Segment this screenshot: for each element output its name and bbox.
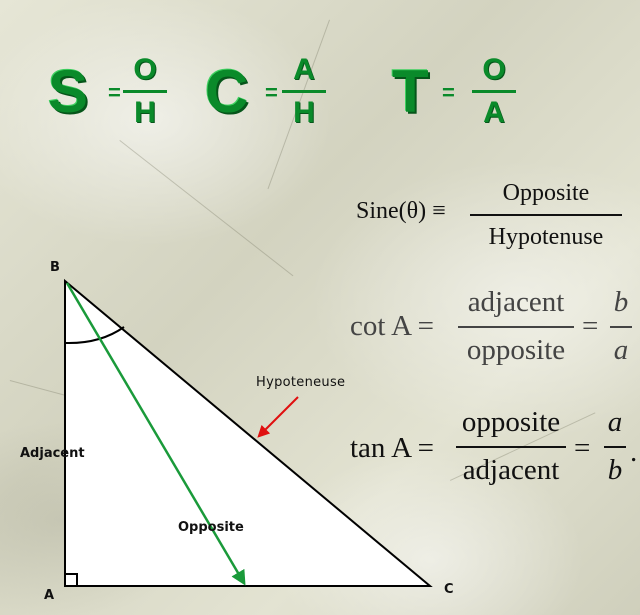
- red-arrow-line: [257, 396, 299, 438]
- hypotenuse-label: Hypoteneuse: [256, 375, 346, 390]
- vertex-a-label: A: [44, 588, 55, 603]
- adjacent-label: Adjacent: [20, 446, 85, 461]
- right-triangle-diagram: [64, 278, 433, 587]
- vertex-b-label: B: [50, 260, 60, 275]
- triangle-shape: [64, 278, 433, 587]
- vertex-c-label: C: [444, 582, 454, 597]
- opposite-label: Opposite: [178, 520, 244, 535]
